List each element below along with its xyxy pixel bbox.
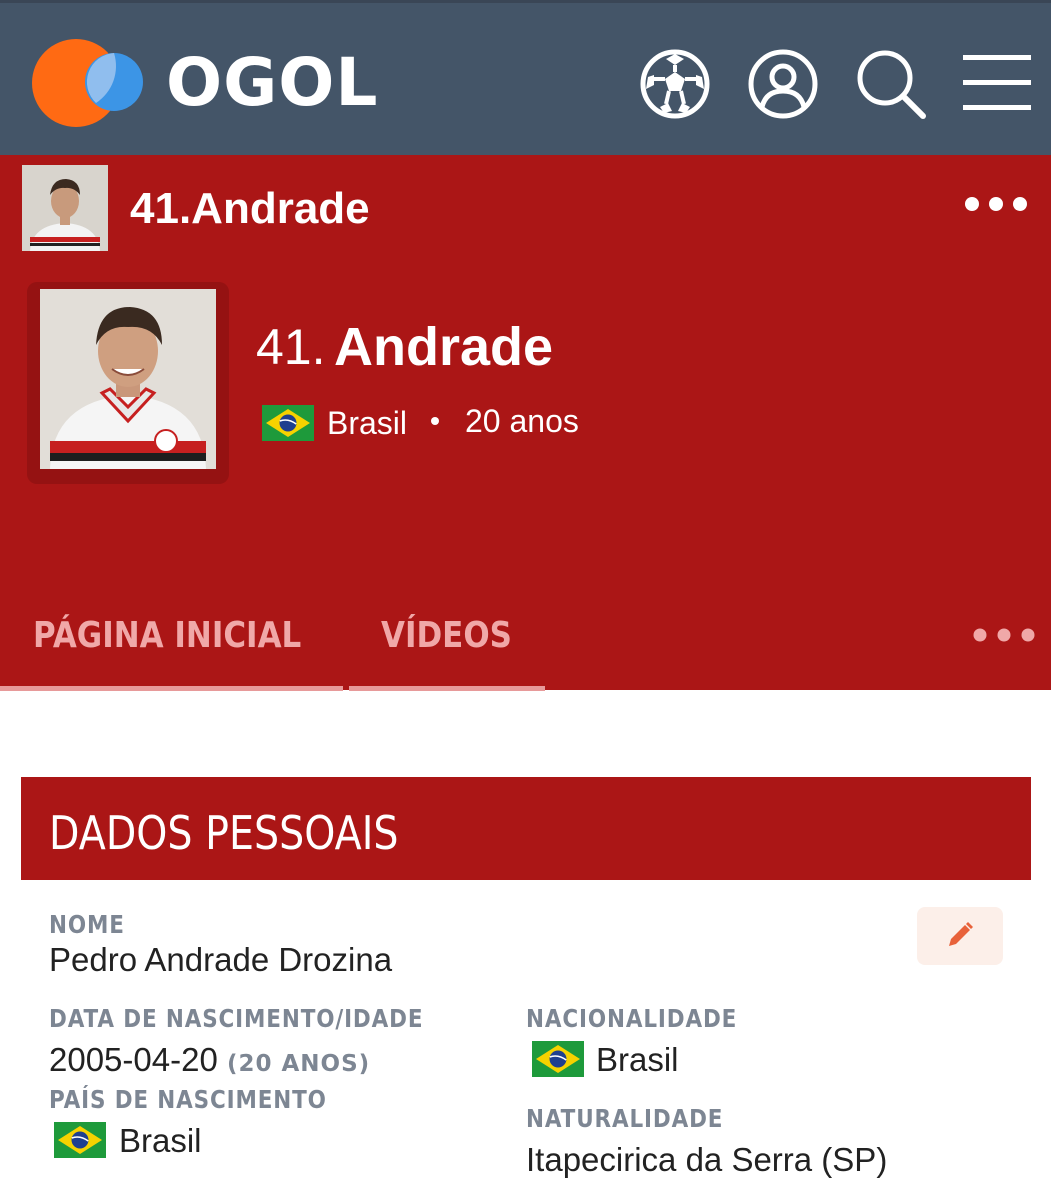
hometown-label: NATURALIDADE xyxy=(526,1104,724,1133)
personal-data-header: DADOS PESSOAIS xyxy=(21,777,1031,880)
section-title: DADOS PESSOAIS xyxy=(49,806,399,860)
player-country[interactable]: Brasil xyxy=(327,403,407,443)
separator-dot xyxy=(431,417,439,425)
brazil-flag-icon xyxy=(532,1041,584,1077)
birth-country-label: PAÍS DE NASCIMENTO xyxy=(49,1085,327,1114)
player-mini-title: 41.Andrade xyxy=(130,184,370,233)
tab-pagina-inicial-underline xyxy=(0,686,343,691)
user-icon[interactable] xyxy=(746,47,820,121)
hometown-value: Itapecirica da Serra (SP) xyxy=(526,1141,888,1178)
name-value: Pedro Andrade Drozina xyxy=(49,941,393,978)
birth-date-value: 2005-04-20 (20 ANOS) xyxy=(49,1040,370,1084)
nationality-value[interactable]: Brasil xyxy=(596,1040,679,1080)
logo-text[interactable]: OGOL xyxy=(166,47,378,119)
tab-videos-underline xyxy=(349,686,545,691)
tab-videos[interactable]: VÍDEOS xyxy=(381,615,512,657)
top-navigation-bar: OGOL xyxy=(0,0,1051,155)
birth-date: 2005-04-20 xyxy=(49,1041,218,1078)
player-thumbnail xyxy=(22,165,108,251)
player-header: 41.Andrade 41. Andrade Brasil 20 anos PÁ… xyxy=(0,155,1051,691)
pencil-icon xyxy=(949,922,973,946)
birth-date-label: DATA DE NASCIMENTO/IDADE xyxy=(49,1004,424,1033)
player-number: 41. xyxy=(256,319,326,375)
menu-icon[interactable] xyxy=(961,47,1033,121)
brazil-flag-icon xyxy=(262,405,314,441)
edit-button[interactable] xyxy=(917,907,1003,965)
birth-country-value[interactable]: Brasil xyxy=(119,1121,202,1161)
brazil-flag-icon xyxy=(54,1122,106,1158)
name-label: NOME xyxy=(49,910,125,939)
player-photo xyxy=(40,289,216,469)
birth-age: (20 ANOS) xyxy=(226,1051,371,1077)
nationality-label: NACIONALIDADE xyxy=(526,1004,738,1033)
tab-pagina-inicial[interactable]: PÁGINA INICIAL xyxy=(33,615,301,657)
ogol-logo-icon[interactable] xyxy=(30,37,150,129)
player-name: Andrade xyxy=(334,317,554,377)
more-options-icon[interactable] xyxy=(963,189,1029,219)
player-age: 20 anos xyxy=(465,403,579,439)
more-tabs-icon[interactable] xyxy=(971,623,1037,647)
soccer-ball-icon[interactable] xyxy=(638,47,712,121)
search-icon[interactable] xyxy=(854,47,928,121)
